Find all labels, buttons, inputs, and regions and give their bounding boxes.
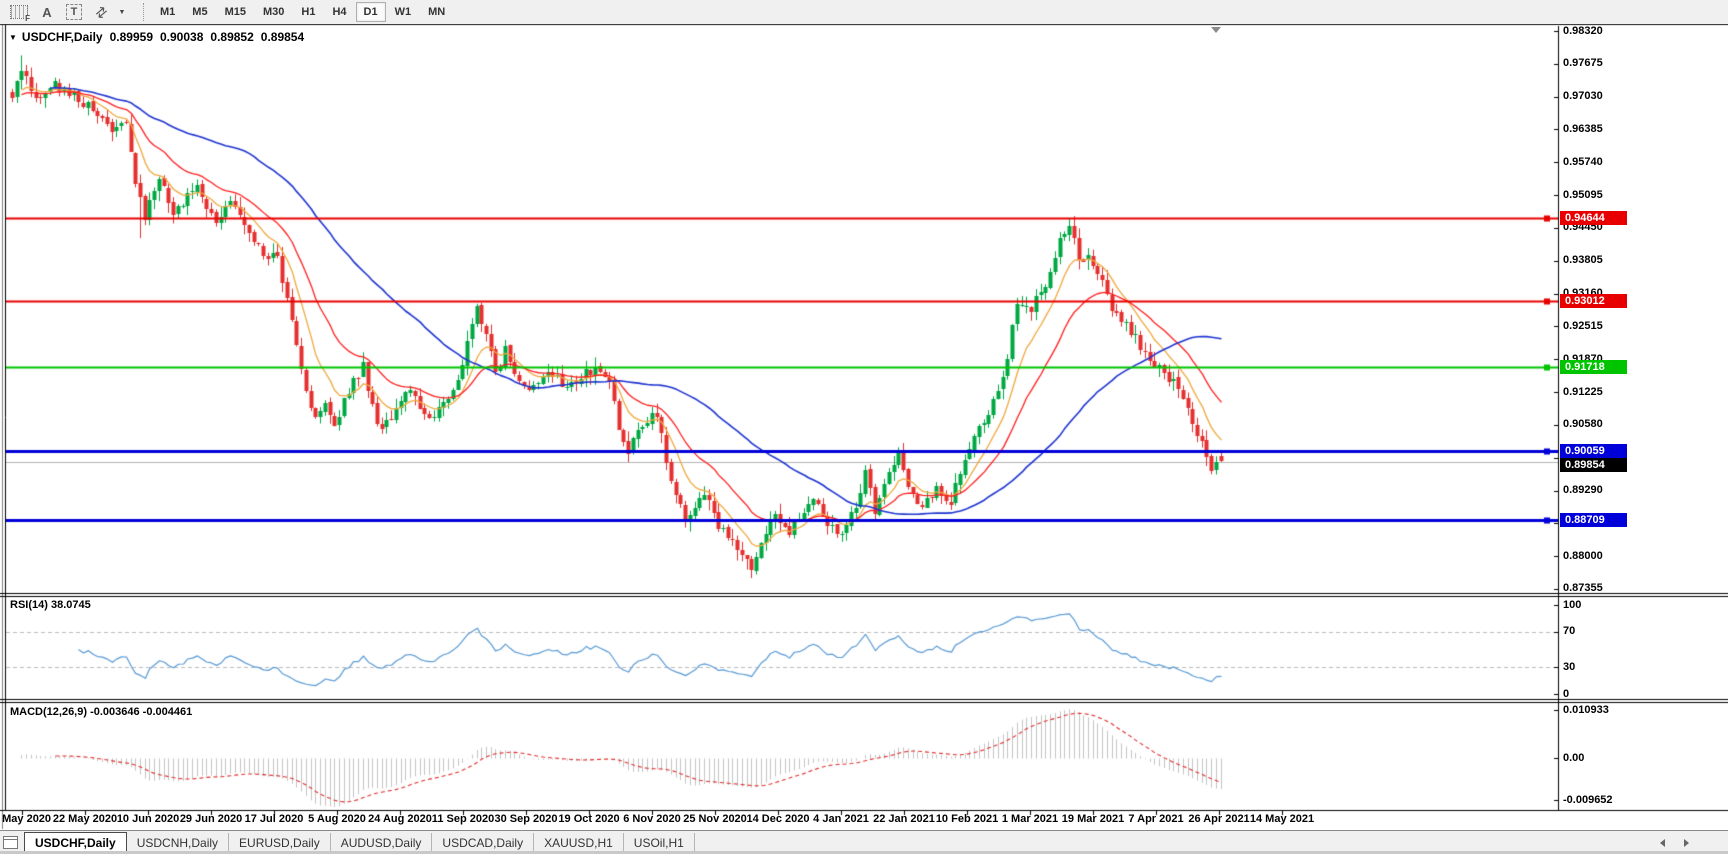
date-tick-label: 6 Nov 2020 bbox=[623, 813, 680, 825]
level-badge: 0.94644 bbox=[1560, 211, 1627, 225]
date-tick-label: 30 Sep 2020 bbox=[495, 813, 558, 825]
timeframe-buttons: M1M5M15M30H1H4D1W1MN bbox=[152, 2, 454, 22]
rsi-label: RSI(14) 38.0745 bbox=[10, 599, 91, 611]
timeframe-button-d1[interactable]: D1 bbox=[356, 2, 386, 22]
chart-tabs: USDCHF,DailyUSDCNH,DailyEURUSD,DailyAUDU… bbox=[24, 832, 695, 853]
level-badge: 0.93012 bbox=[1560, 294, 1627, 308]
date-tick-label: 11 Sep 2020 bbox=[432, 813, 494, 825]
price-tick-label: 0.95740 bbox=[1563, 156, 1603, 169]
toolbar-separator bbox=[143, 3, 144, 21]
text-box-icon[interactable]: T bbox=[66, 4, 82, 20]
date-tick-label: 7 Apr 2021 bbox=[1128, 813, 1183, 825]
date-tick-label: 14 May 2021 bbox=[1250, 813, 1314, 825]
date-tick-label: 4 Jan 2021 bbox=[813, 813, 869, 825]
date-tick-label: 1 Mar 2021 bbox=[1002, 813, 1058, 825]
swap-arrows-icon[interactable]: ⇄ bbox=[88, 0, 113, 25]
timeframe-button-m5[interactable]: M5 bbox=[184, 2, 215, 22]
date-tick-label: 4 May 2020 bbox=[0, 813, 51, 825]
toolbar-dropdown-caret-icon[interactable]: ▼ bbox=[113, 3, 131, 21]
chart-shift-marker-icon bbox=[1211, 27, 1221, 33]
price-tick-label: 0.87355 bbox=[1563, 582, 1603, 595]
level-badge: 0.91718 bbox=[1560, 360, 1627, 374]
tab-eurusd-daily[interactable]: EURUSD,Daily bbox=[229, 833, 331, 852]
tab-scroll-left-icon[interactable] bbox=[1660, 839, 1665, 847]
tab-scroll-right-icon[interactable] bbox=[1684, 839, 1689, 847]
chart-canvas[interactable] bbox=[0, 0, 1728, 854]
date-tick-label: 10 Jun 2020 bbox=[117, 813, 179, 825]
symbol-title: USDCHF,Daily bbox=[22, 30, 103, 44]
toolbar: F A T ⇄ ▼ M1M5M15M30H1H4D1W1MN bbox=[0, 0, 1728, 24]
date-tick-label: 19 Mar 2021 bbox=[1062, 813, 1124, 825]
symbol-dropdown-icon[interactable]: ▼ bbox=[9, 33, 17, 42]
macd-tick-label: 0.00 bbox=[1563, 752, 1584, 765]
timeframe-button-h1[interactable]: H1 bbox=[293, 2, 323, 22]
price-tick-label: 0.92515 bbox=[1563, 320, 1603, 333]
text-a-icon[interactable]: A bbox=[38, 3, 56, 21]
macd-tick-label: 0.010933 bbox=[1563, 704, 1609, 717]
price-tick-label: 0.97675 bbox=[1563, 57, 1603, 70]
tab-usdcad-daily[interactable]: USDCAD,Daily bbox=[432, 833, 534, 852]
price-tick-label: 0.95095 bbox=[1563, 189, 1603, 202]
date-tick-label: 29 Jun 2020 bbox=[180, 813, 242, 825]
level-badge: 0.88709 bbox=[1560, 513, 1627, 527]
macd-label: MACD(12,26,9) -0.003646 -0.004461 bbox=[10, 706, 192, 718]
rsi-tick-label: 70 bbox=[1563, 625, 1575, 638]
current-price-badge: 0.89854 bbox=[1560, 458, 1627, 472]
rsi-tick-label: 100 bbox=[1563, 599, 1581, 612]
macd-tick-label: -0.009652 bbox=[1563, 794, 1613, 807]
date-tick-label: 24 Aug 2020 bbox=[368, 813, 432, 825]
tab-usdchf-daily[interactable]: USDCHF,Daily bbox=[24, 832, 127, 853]
chart-title-row: ▼ USDCHF,Daily 0.89959 0.90038 0.89852 0… bbox=[9, 30, 304, 44]
price-high: 0.90038 bbox=[160, 30, 203, 44]
mt4-window: F A T ⇄ ▼ M1M5M15M30H1H4D1W1MN ▼ USDCHF,… bbox=[0, 0, 1728, 854]
date-tick-label: 14 Dec 2020 bbox=[747, 813, 810, 825]
price-tick-label: 0.98320 bbox=[1563, 25, 1603, 38]
date-tick-label: 22 Jan 2021 bbox=[873, 813, 935, 825]
price-tick-label: 0.93805 bbox=[1563, 254, 1603, 267]
rsi-tick-label: 30 bbox=[1563, 661, 1575, 674]
tab-audusd-daily[interactable]: AUDUSD,Daily bbox=[331, 833, 433, 852]
date-tick-label: 17 Jul 2020 bbox=[245, 813, 304, 825]
level-badge: 0.90059 bbox=[1560, 444, 1627, 458]
price-tick-label: 0.90580 bbox=[1563, 418, 1603, 431]
price-tick-label: 0.91225 bbox=[1563, 386, 1603, 399]
tab-usdcnh-daily[interactable]: USDCNH,Daily bbox=[127, 833, 229, 852]
timeframe-button-m15[interactable]: M15 bbox=[217, 2, 254, 22]
price-tick-label: 0.88000 bbox=[1563, 550, 1603, 563]
timeframe-button-mn[interactable]: MN bbox=[420, 2, 453, 22]
date-tick-label: 10 Feb 2021 bbox=[936, 813, 998, 825]
price-tick-label: 0.96385 bbox=[1563, 123, 1603, 136]
date-tick-label: 26 Apr 2021 bbox=[1188, 813, 1249, 825]
date-tick-label: 19 Oct 2020 bbox=[558, 813, 619, 825]
price-open: 0.89959 bbox=[110, 30, 153, 44]
dotted-grid-icon: F bbox=[10, 5, 28, 19]
timeframe-button-m1[interactable]: M1 bbox=[152, 2, 183, 22]
timeframe-button-h4[interactable]: H4 bbox=[324, 2, 354, 22]
price-tick-label: 0.97030 bbox=[1563, 90, 1603, 103]
date-tick-label: 5 Aug 2020 bbox=[308, 813, 366, 825]
price-low: 0.89852 bbox=[210, 30, 253, 44]
price-close: 0.89854 bbox=[261, 30, 304, 44]
timeframe-button-m30[interactable]: M30 bbox=[255, 2, 292, 22]
tab-usoil-h1[interactable]: USOil,H1 bbox=[624, 833, 695, 852]
date-tick-label: 25 Nov 2020 bbox=[683, 813, 747, 825]
chart-window-icon[interactable] bbox=[3, 836, 18, 849]
tab-xauusd-h1[interactable]: XAUUSD,H1 bbox=[534, 833, 624, 852]
timeframe-button-w1[interactable]: W1 bbox=[387, 2, 420, 22]
date-tick-label: 22 May 2020 bbox=[53, 813, 117, 825]
grid-properties-icon[interactable]: F bbox=[10, 3, 28, 21]
rsi-tick-label: 0 bbox=[1563, 688, 1569, 701]
price-tick-label: 0.89290 bbox=[1563, 484, 1603, 497]
